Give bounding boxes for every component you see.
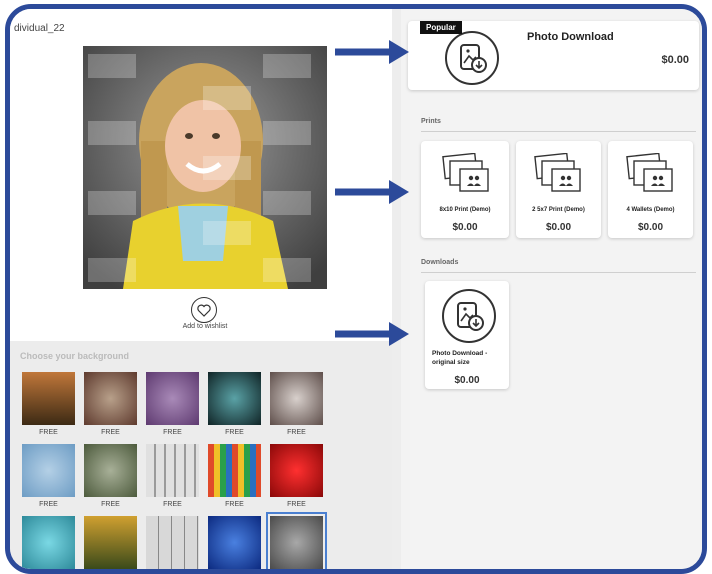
print-card[interactable]: 4 Wallets (Demo) $0.00 xyxy=(608,141,693,238)
download-card[interactable]: Photo Download - original size $0.00 xyxy=(425,281,509,389)
background-thumbnail xyxy=(270,444,323,497)
screenshot-frame: dividual_22 Add to wishlist Choose your … xyxy=(5,4,707,574)
print-icon xyxy=(626,153,673,192)
file-name: dividual_22 xyxy=(14,23,65,34)
product-panel: Popular Photo Download $0.00 Prints 8x10… xyxy=(401,9,702,569)
prints-divider xyxy=(421,131,696,132)
print-card[interactable]: 2 5x7 Print (Demo) $0.00 xyxy=(516,141,601,238)
background-option[interactable]: FREE xyxy=(22,444,75,508)
background-option[interactable] xyxy=(146,516,199,569)
featured-title: Photo Download xyxy=(527,31,614,43)
background-thumbnail xyxy=(266,512,327,569)
print-name: 4 Wallets (Demo) xyxy=(626,207,675,213)
popular-badge: Popular xyxy=(420,21,462,34)
featured-product-card[interactable]: Popular Photo Download $0.00 xyxy=(408,21,699,90)
background-option[interactable]: FREE xyxy=(146,372,199,436)
arrow-to-photo-download xyxy=(335,40,409,64)
print-name: 2 5x7 Print (Demo) xyxy=(532,207,585,213)
print-price: $0.00 xyxy=(637,222,664,233)
background-section-title: Choose your background xyxy=(20,351,130,361)
background-option[interactable]: FREE xyxy=(208,372,261,436)
wishlist-button[interactable] xyxy=(189,297,219,323)
print-price: $0.00 xyxy=(545,222,572,233)
download-name: Photo Download - original size xyxy=(432,350,488,366)
background-price-label: FREE xyxy=(225,501,244,508)
background-thumbnail xyxy=(146,444,199,497)
background-option[interactable]: FREE xyxy=(270,372,323,436)
background-thumbnail xyxy=(84,372,137,425)
featured-price: $0.00 xyxy=(661,54,689,66)
print-price: $0.00 xyxy=(452,222,478,233)
portrait-image xyxy=(83,46,327,289)
background-thumbnail xyxy=(146,516,199,569)
background-thumbnail xyxy=(22,516,75,569)
background-option[interactable]: FREE xyxy=(22,372,75,436)
background-option-selected[interactable] xyxy=(266,512,327,569)
heart-icon xyxy=(191,297,217,323)
background-thumbnail xyxy=(208,444,261,497)
background-option[interactable]: FREE xyxy=(84,444,137,508)
print-icon xyxy=(442,153,489,192)
background-option[interactable] xyxy=(22,516,75,569)
background-price-label: FREE xyxy=(163,501,182,508)
print-icon xyxy=(534,153,581,192)
print-name: 8x10 Print (Demo) xyxy=(439,207,491,213)
photo-panel: dividual_22 Add to wishlist Choose your … xyxy=(10,9,392,569)
background-price-label: FREE xyxy=(101,501,120,508)
downloads-section-title: Downloads xyxy=(421,259,459,266)
background-price-label: FREE xyxy=(101,429,120,436)
background-option[interactable]: FREE xyxy=(208,444,261,508)
background-thumbnail xyxy=(146,372,199,425)
background-option[interactable]: FREE xyxy=(146,444,199,508)
background-option[interactable] xyxy=(84,516,137,569)
background-price-label: FREE xyxy=(287,429,306,436)
prints-section-title: Prints xyxy=(421,118,441,125)
background-price-label: FREE xyxy=(39,501,58,508)
background-thumbnail xyxy=(270,372,323,425)
print-card[interactable]: 8x10 Print (Demo) $0.00 xyxy=(421,141,509,238)
background-thumbnail xyxy=(22,372,75,425)
background-thumbnail xyxy=(208,516,261,569)
photo-download-icon xyxy=(442,289,496,343)
wishlist-label[interactable]: Add to wishlist xyxy=(170,323,240,330)
background-thumbnail xyxy=(84,516,137,569)
background-option[interactable]: FREE xyxy=(270,444,323,508)
background-thumbnail xyxy=(84,444,137,497)
portrait-photo[interactable] xyxy=(83,46,327,289)
background-thumbnail xyxy=(208,372,261,425)
arrow-to-prints xyxy=(335,180,409,204)
background-price-label: FREE xyxy=(163,429,182,436)
background-price-label: FREE xyxy=(225,429,244,436)
photo-download-icon xyxy=(445,31,499,85)
download-price: $0.00 xyxy=(454,375,480,386)
downloads-divider xyxy=(421,272,696,273)
background-price-label: FREE xyxy=(39,429,58,436)
background-option[interactable]: FREE xyxy=(84,372,137,436)
background-thumbnail xyxy=(22,444,75,497)
arrow-to-downloads xyxy=(335,322,409,346)
background-price-label: FREE xyxy=(287,501,306,508)
background-option[interactable] xyxy=(208,516,261,569)
